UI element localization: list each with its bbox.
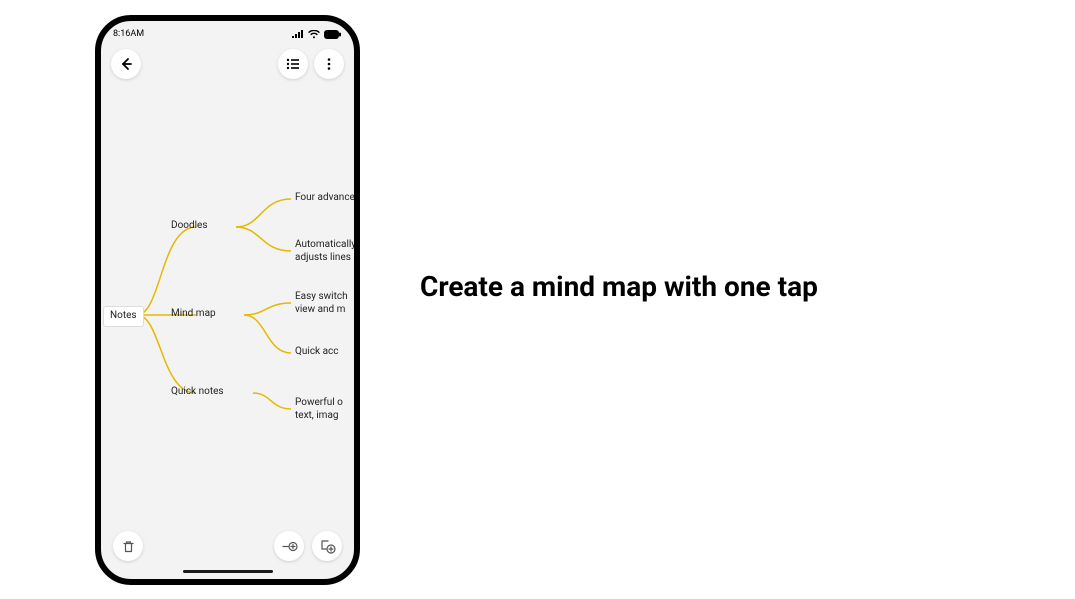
- status-icons: [292, 30, 342, 39]
- add-child-button[interactable]: [274, 531, 304, 561]
- mindmap-root-node[interactable]: Notes: [103, 306, 144, 327]
- mindmap-branch-node[interactable]: Doodles: [169, 220, 208, 233]
- phone-frame: 8:16AM: [95, 15, 360, 585]
- back-button[interactable]: [111, 49, 141, 79]
- add-child-icon: [281, 539, 298, 554]
- mindmap-canvas[interactable]: Notes Doodles Mind map Quick notes Four …: [101, 119, 354, 519]
- mindmap-leaf-node[interactable]: Easy switch view and m: [293, 291, 348, 316]
- mindmap-leaf-node[interactable]: Quick acc: [293, 346, 339, 359]
- signal-icon: [292, 30, 304, 39]
- mindmap-leaf-node[interactable]: Four advances: [293, 192, 360, 205]
- mindmap-leaf-node[interactable]: Automatically adjusts lines a: [293, 239, 359, 264]
- more-button[interactable]: [314, 49, 344, 79]
- feature-headline: Create a mind map with one tap: [420, 270, 818, 303]
- status-time: 8:16AM: [113, 29, 144, 39]
- battery-icon: [324, 30, 342, 39]
- list-view-button[interactable]: [278, 49, 308, 79]
- home-indicator: [183, 570, 273, 573]
- add-sibling-button[interactable]: [312, 531, 342, 561]
- top-actions: [101, 43, 354, 79]
- trash-icon: [121, 539, 136, 554]
- mindmap-branch-node[interactable]: Mind map: [169, 308, 216, 321]
- arrow-left-icon: [118, 56, 134, 72]
- add-sibling-icon: [319, 538, 336, 554]
- mindmap-leaf-node[interactable]: Powerful o text, imag: [293, 397, 343, 422]
- more-vertical-icon: [321, 56, 337, 72]
- status-bar: 8:16AM: [101, 25, 354, 43]
- delete-button[interactable]: [113, 531, 143, 561]
- wifi-icon: [308, 30, 320, 39]
- list-icon: [285, 56, 301, 72]
- bottom-toolbar: [101, 531, 354, 561]
- mindmap-branch-node[interactable]: Quick notes: [169, 386, 224, 399]
